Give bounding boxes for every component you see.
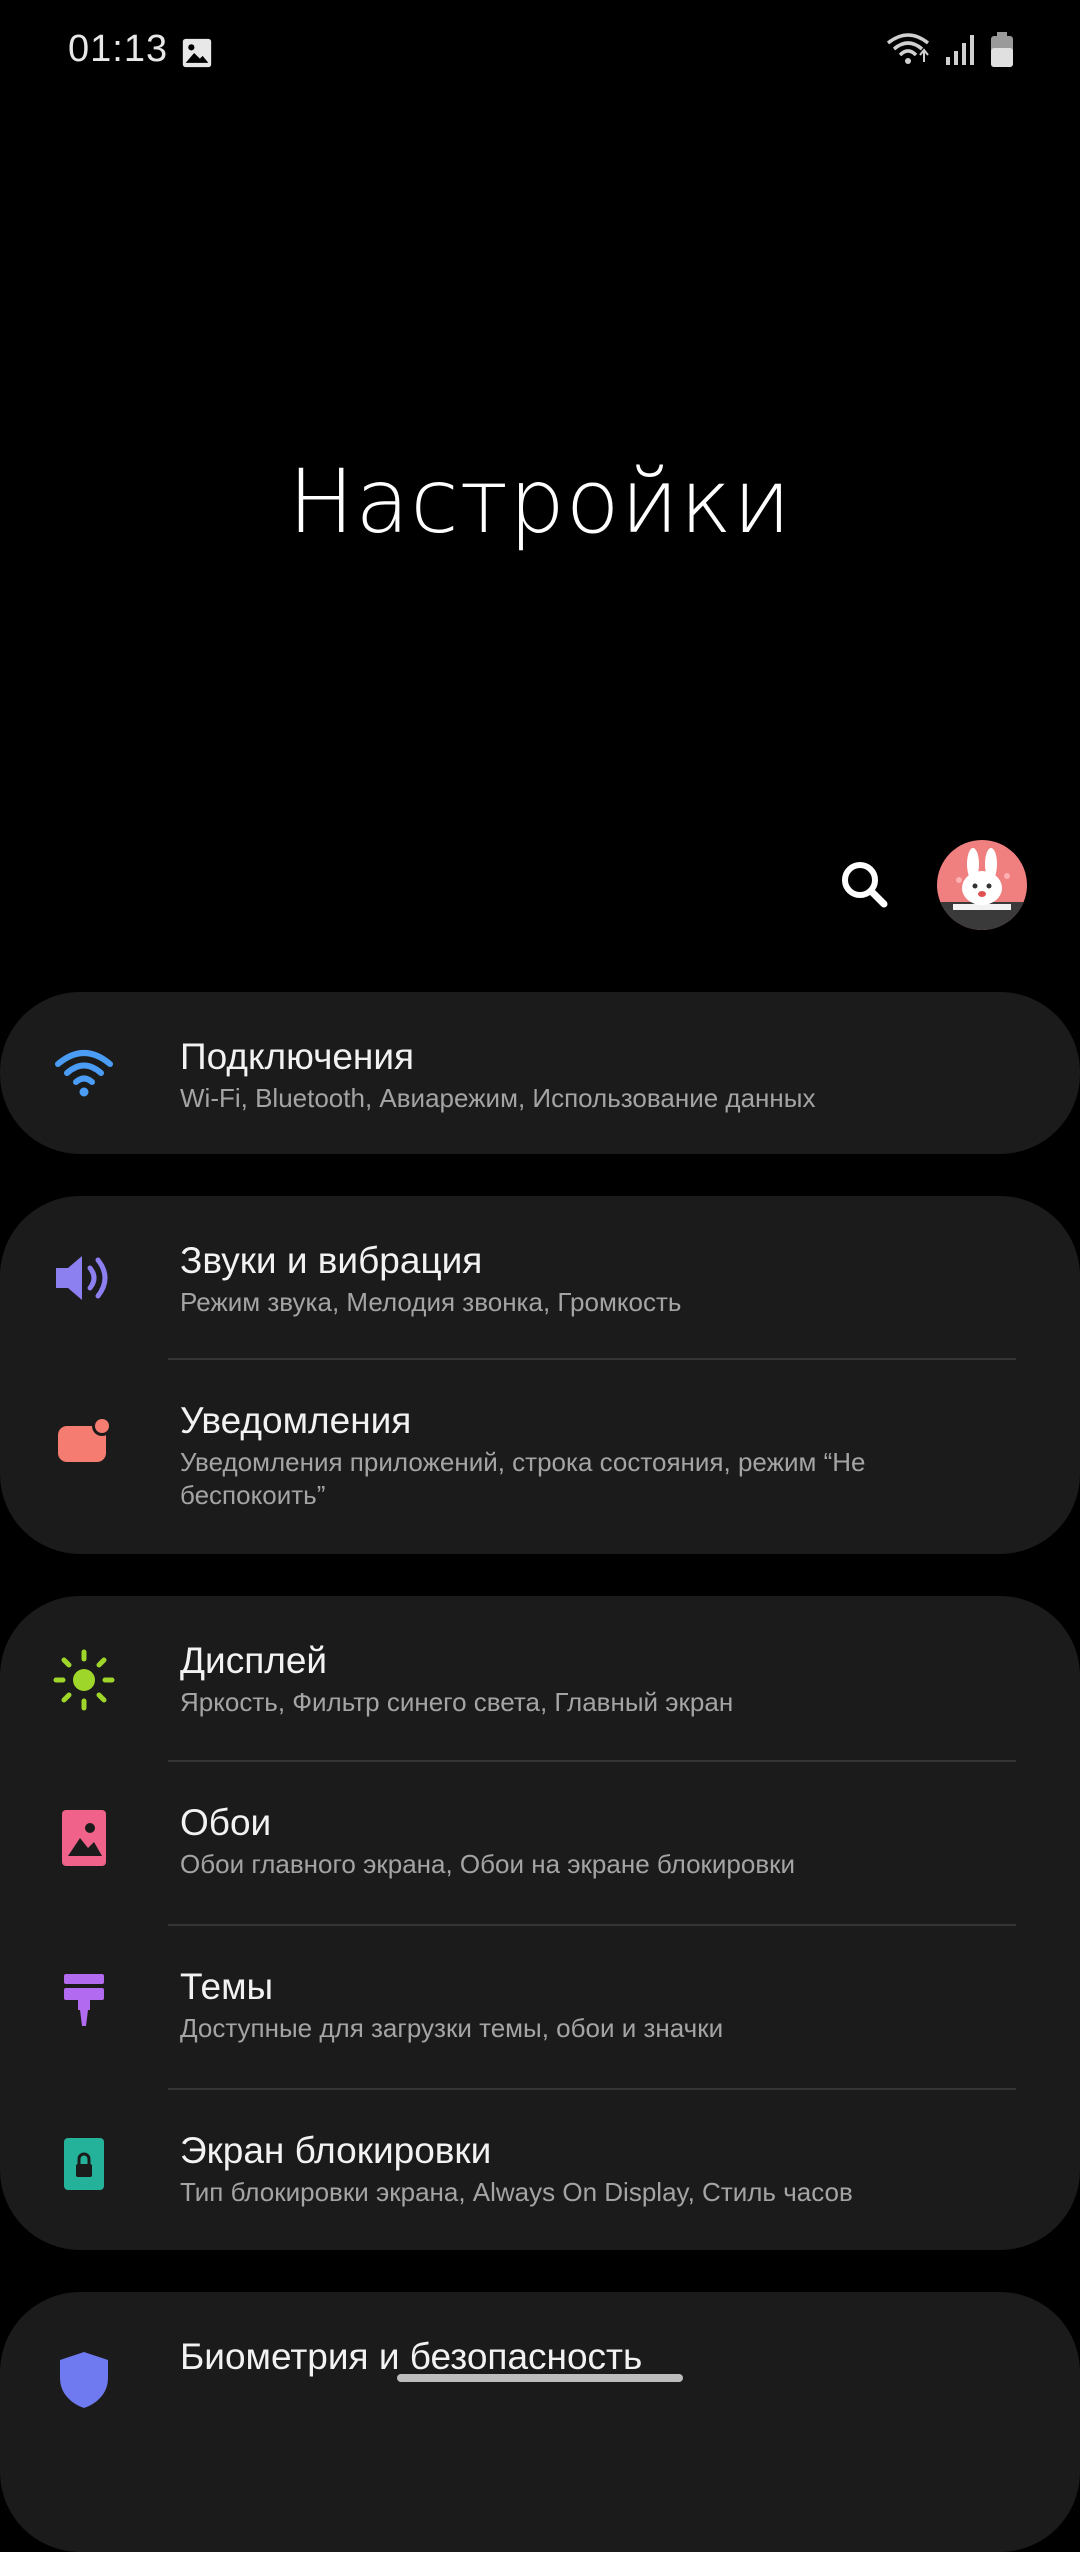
settings-item-title: Уведомления xyxy=(180,1400,412,1441)
battery-icon xyxy=(991,32,1013,67)
settings-item-lockscreen[interactable]: Экран блокировки Тип блокировки экрана, … xyxy=(0,2090,1080,2250)
settings-item-display[interactable]: Дисплей Яркость, Фильтр синего света, Гл… xyxy=(0,1596,1080,1758)
shield-icon xyxy=(60,2352,108,2408)
settings-item-subtitle: Доступные для загрузки темы, обои и знач… xyxy=(180,2013,724,2043)
settings-item-title: Обои xyxy=(180,1802,272,1843)
settings-item-title: Звуки и вибрация xyxy=(180,1240,483,1281)
image-icon xyxy=(182,38,212,68)
wifi-icon xyxy=(886,33,930,64)
lock-icon xyxy=(64,2138,104,2190)
settings-group-display: Дисплей Яркость, Фильтр синего света, Гл… xyxy=(0,1596,1080,2250)
settings-item-biometrics[interactable]: Биометрия и безопасность xyxy=(0,2292,1080,2408)
sun-icon xyxy=(53,1649,115,1711)
wallpaper-icon xyxy=(62,1810,106,1866)
brush-icon xyxy=(64,1974,104,2026)
settings-group-connections: Подключения Wi-Fi, Bluetooth, Авиарежим,… xyxy=(0,992,1080,1154)
settings-item-subtitle: Wi-Fi, Bluetooth, Авиарежим, Использован… xyxy=(180,1083,816,1113)
settings-item-subtitle: Яркость, Фильтр синего света, Главный эк… xyxy=(180,1687,734,1717)
settings-item-wallpaper[interactable]: Обои Обои главного экрана, Обои на экран… xyxy=(0,1762,1080,1924)
notification-icon xyxy=(58,1416,112,1462)
settings-item-title: Подключения xyxy=(180,1036,415,1077)
home-gesture-bar[interactable] xyxy=(397,2374,683,2382)
settings-item-title: Экран блокировки xyxy=(180,2130,492,2171)
settings-item-subtitle: Обои главного экрана, Обои на экране бло… xyxy=(180,1849,796,1879)
status-bar: 01:13 xyxy=(0,0,1080,110)
settings-group-sounds: Звуки и вибрация Режим звука, Мелодия зв… xyxy=(0,1196,1080,1554)
settings-item-subtitle: Режим звука, Мелодия звонка, Громкость xyxy=(180,1287,682,1317)
speaker-icon xyxy=(56,1256,108,1300)
settings-item-title: Биометрия и безопасность xyxy=(180,2336,643,2377)
settings-item-sounds[interactable]: Звуки и вибрация Режим звука, Мелодия зв… xyxy=(0,1196,1080,1358)
settings-group-security: Биометрия и безопасность xyxy=(0,2292,1080,2552)
settings-item-title: Дисплей xyxy=(180,1640,328,1681)
settings-item-themes[interactable]: Темы Доступные для загрузки темы, обои и… xyxy=(0,1926,1080,2088)
signal-icon xyxy=(946,35,974,65)
search-icon[interactable] xyxy=(836,856,892,912)
page-title: Настройки xyxy=(288,450,792,553)
settings-item-title: Темы xyxy=(180,1966,274,2007)
settings-item-notifications[interactable]: Уведомления Уведомления приложений, стро… xyxy=(0,1360,1080,1554)
profile-avatar[interactable] xyxy=(937,840,1027,930)
status-time: 01:13 xyxy=(68,28,169,70)
wifi-icon xyxy=(55,1050,113,1097)
settings-item-subtitle: Уведомления приложений, строка состояния… xyxy=(180,1447,866,1510)
bunny-avatar-icon xyxy=(937,848,1027,930)
settings-item-subtitle: Тип блокировки экрана, Always On Display… xyxy=(180,2177,853,2207)
settings-item-connections[interactable]: Подключения Wi-Fi, Bluetooth, Авиарежим,… xyxy=(0,992,1080,1154)
